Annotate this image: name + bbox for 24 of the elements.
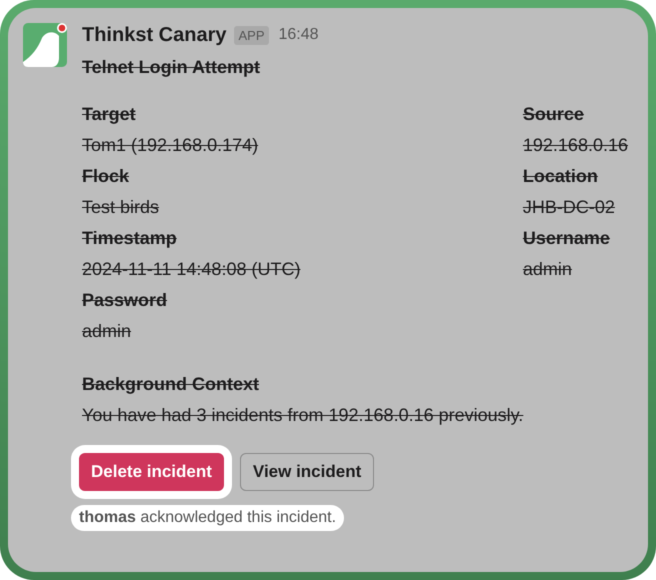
field-value: Test birds [82,196,160,219]
field-value: Tom1 (192.168.0.174) [82,134,260,157]
field-value: You have had 3 incidents from 192.168.0.16 previously. [82,404,524,427]
acknowledgement-note: thomas acknowledged this incident. [71,505,344,531]
field-label: Background Context [82,373,260,396]
field-value: admin [82,320,132,343]
delete-button[interactable]: Delete incident [79,453,224,491]
field-label: Source [522,103,585,126]
field-value: 2024-11-11 14:48:08 (UTC) [82,258,302,281]
field-label: Location [522,165,599,188]
field-value: JHB-DC-02 [522,196,616,219]
field-label: Password [82,289,168,312]
alert-title: Telnet Login Attempt [82,56,261,79]
view-button[interactable]: View incident [240,453,374,491]
field-label: Username [522,227,611,250]
field-value: 192.168.0.16 [522,134,628,157]
field-label: Flock [82,165,130,188]
app-badge: APP [234,26,268,44]
app-logo-icon [22,22,68,68]
field-label: Timestamp [82,227,178,250]
field-label: Target [82,103,137,126]
timestamp[interactable]: 16:48 [278,26,319,44]
sender-name[interactable]: Thinkst Canary [82,24,226,46]
field-value: admin [522,258,573,281]
